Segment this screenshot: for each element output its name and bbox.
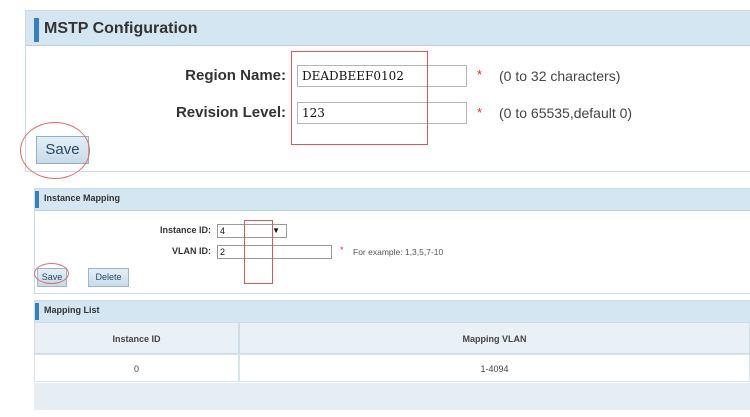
header-accent-bar: [35, 303, 39, 320]
instance-mapping-title: Instance Mapping: [44, 193, 121, 203]
annotation-circle-save: [34, 263, 69, 284]
region-name-label: Region Name:: [185, 67, 286, 84]
vlan-id-required-star: *: [340, 245, 344, 255]
instance-mapping-header: Instance Mapping: [35, 189, 750, 211]
header-accent-bar: [34, 18, 39, 42]
caret-down-icon: ▼: [272, 226, 280, 235]
mstp-configuration-panel: MSTP Configuration Region Name: * (0 to …: [25, 10, 750, 172]
instance-id-selected-value: 4: [220, 226, 226, 236]
region-name-required-star: *: [477, 67, 483, 82]
table-row: 0 1-4094: [34, 354, 750, 382]
annotation-circle-save: [20, 122, 90, 179]
annotation-highlight-box: [291, 51, 428, 145]
mapping-list-title: Mapping List: [44, 305, 100, 315]
instance-id-label: Instance ID:: [159, 225, 211, 235]
mapping-delete-button[interactable]: Delete: [88, 268, 129, 287]
column-header-instance-id: Instance ID: [34, 322, 239, 354]
revision-level-hint: (0 to 65535,default 0): [499, 105, 633, 121]
mapping-list-table: Instance ID Mapping VLAN 0 1-4094: [34, 322, 750, 382]
column-header-mapping-vlan: Mapping VLAN: [239, 322, 750, 354]
mapping-list-footer: [34, 383, 750, 410]
mapping-list-panel: Mapping List Instance ID Mapping VLAN 0 …: [34, 300, 750, 410]
vlan-id-input[interactable]: [217, 245, 332, 259]
revision-level-required-star: *: [477, 105, 483, 120]
vlan-id-hint: For example: 1,3,5,7-10: [353, 247, 444, 257]
region-name-hint: (0 to 32 characters): [499, 68, 621, 84]
cell-mapping-vlan: 1-4094: [239, 354, 750, 382]
vlan-id-label: VLAN ID:: [172, 246, 211, 256]
cell-instance-id: 0: [34, 354, 239, 382]
annotation-highlight-box: [244, 220, 273, 284]
mapping-list-header: Mapping List: [34, 300, 750, 323]
instance-mapping-panel: Instance Mapping Instance ID: 4 ▼ VLAN I…: [34, 188, 750, 294]
header-accent-bar: [35, 191, 39, 208]
page-title: MSTP Configuration: [44, 20, 198, 37]
mstp-panel-header: MSTP Configuration: [26, 11, 750, 46]
revision-level-label: Revision Level:: [175, 104, 286, 121]
